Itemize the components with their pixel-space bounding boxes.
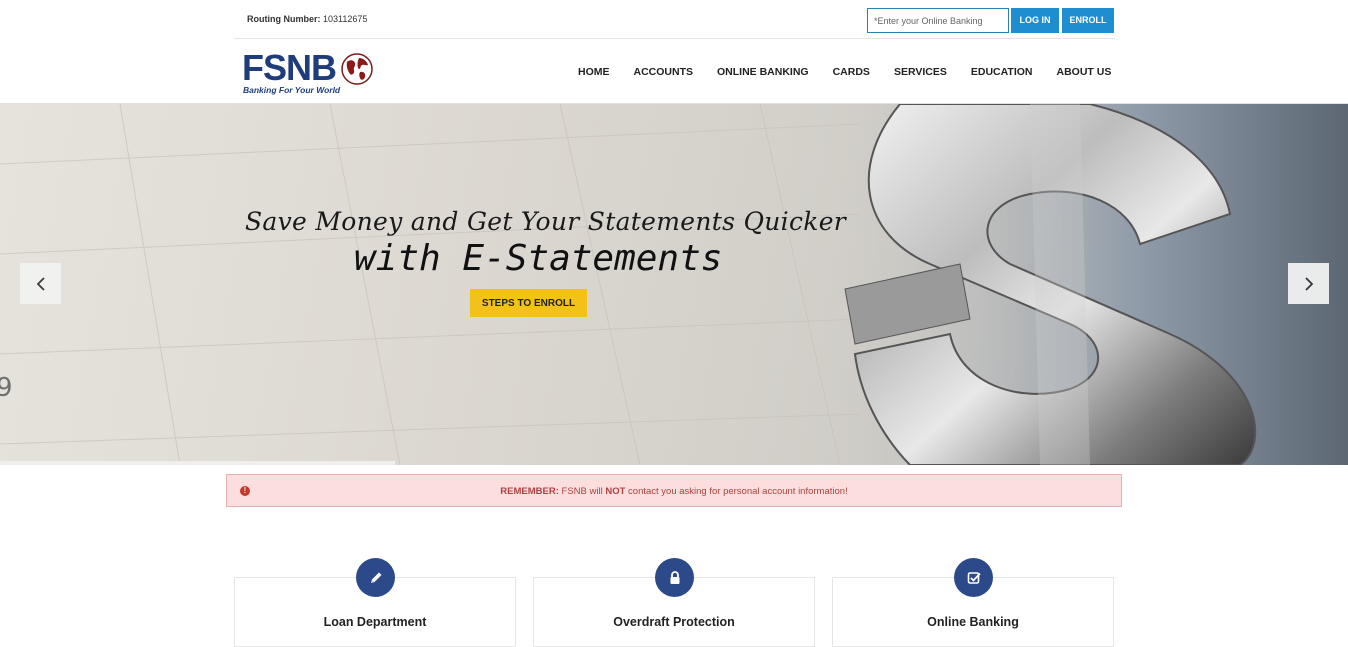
- chevron-left-icon: [36, 276, 45, 291]
- logo-wordmark: FSNB: [242, 47, 337, 88]
- nav-online-banking[interactable]: ONLINE BANKING: [717, 66, 809, 78]
- nav-about-us[interactable]: ABOUT US: [1057, 66, 1112, 78]
- hero-carousel: 9 Save Money and Get Your Statements Qui…: [0, 104, 1348, 465]
- login-button[interactable]: LOG IN: [1011, 8, 1059, 33]
- hero-headline: Save Money and Get Your Statements Quick…: [245, 207, 847, 236]
- routing-label: Routing Number:: [247, 14, 321, 24]
- carousel-previous-button[interactable]: [20, 263, 61, 304]
- checkbox-icon: [954, 558, 993, 597]
- enroll-button[interactable]: ENROLL: [1062, 8, 1114, 33]
- nav-education[interactable]: EDUCATION: [971, 66, 1033, 78]
- alert-message: REMEMBER: FSNB will NOT contact you aski…: [227, 486, 1121, 497]
- routing-number: Routing Number: 103112675: [247, 14, 367, 24]
- site-header: FSNB Banking For Your World HOME ACCOUNT…: [0, 40, 1348, 104]
- online-banking-username-input[interactable]: [867, 8, 1009, 33]
- alert-emphasis: NOT: [605, 486, 626, 497]
- card-title: Loan Department: [323, 615, 427, 629]
- hero-subheadline: with E-Statements: [354, 238, 723, 279]
- card-title: Overdraft Protection: [613, 615, 735, 629]
- logo-tagline: Banking For Your World: [243, 85, 341, 95]
- dollar-sign-icon: [840, 104, 1348, 465]
- alert-text-after: contact you asking for personal account …: [625, 486, 848, 497]
- globe-icon: [340, 52, 374, 91]
- top-bar: Routing Number: 103112675 LOG IN ENROLL: [234, 0, 1115, 39]
- nav-cards[interactable]: CARDS: [833, 66, 870, 78]
- routing-value: 103112675: [323, 14, 368, 24]
- lock-icon: [655, 558, 694, 597]
- carousel-next-button[interactable]: [1288, 263, 1329, 304]
- nav-accounts[interactable]: ACCOUNTS: [634, 66, 694, 78]
- security-alert: ! REMEMBER: FSNB will NOT contact you as…: [226, 474, 1122, 507]
- steps-to-enroll-button[interactable]: STEPS TO ENROLL: [470, 289, 587, 317]
- alert-prefix: REMEMBER:: [500, 486, 559, 497]
- pencil-icon: [356, 558, 395, 597]
- chevron-right-icon: [1304, 276, 1313, 291]
- main-nav: HOME ACCOUNTS ONLINE BANKING CARDS SERVI…: [578, 66, 1111, 78]
- background-digit: 9: [0, 373, 13, 403]
- alert-text-before: FSNB will: [558, 486, 606, 497]
- card-title: Online Banking: [927, 615, 1019, 629]
- nav-home[interactable]: HOME: [578, 66, 610, 78]
- nav-services[interactable]: SERVICES: [894, 66, 947, 78]
- fsnb-logo[interactable]: FSNB Banking For Your World: [242, 48, 382, 98]
